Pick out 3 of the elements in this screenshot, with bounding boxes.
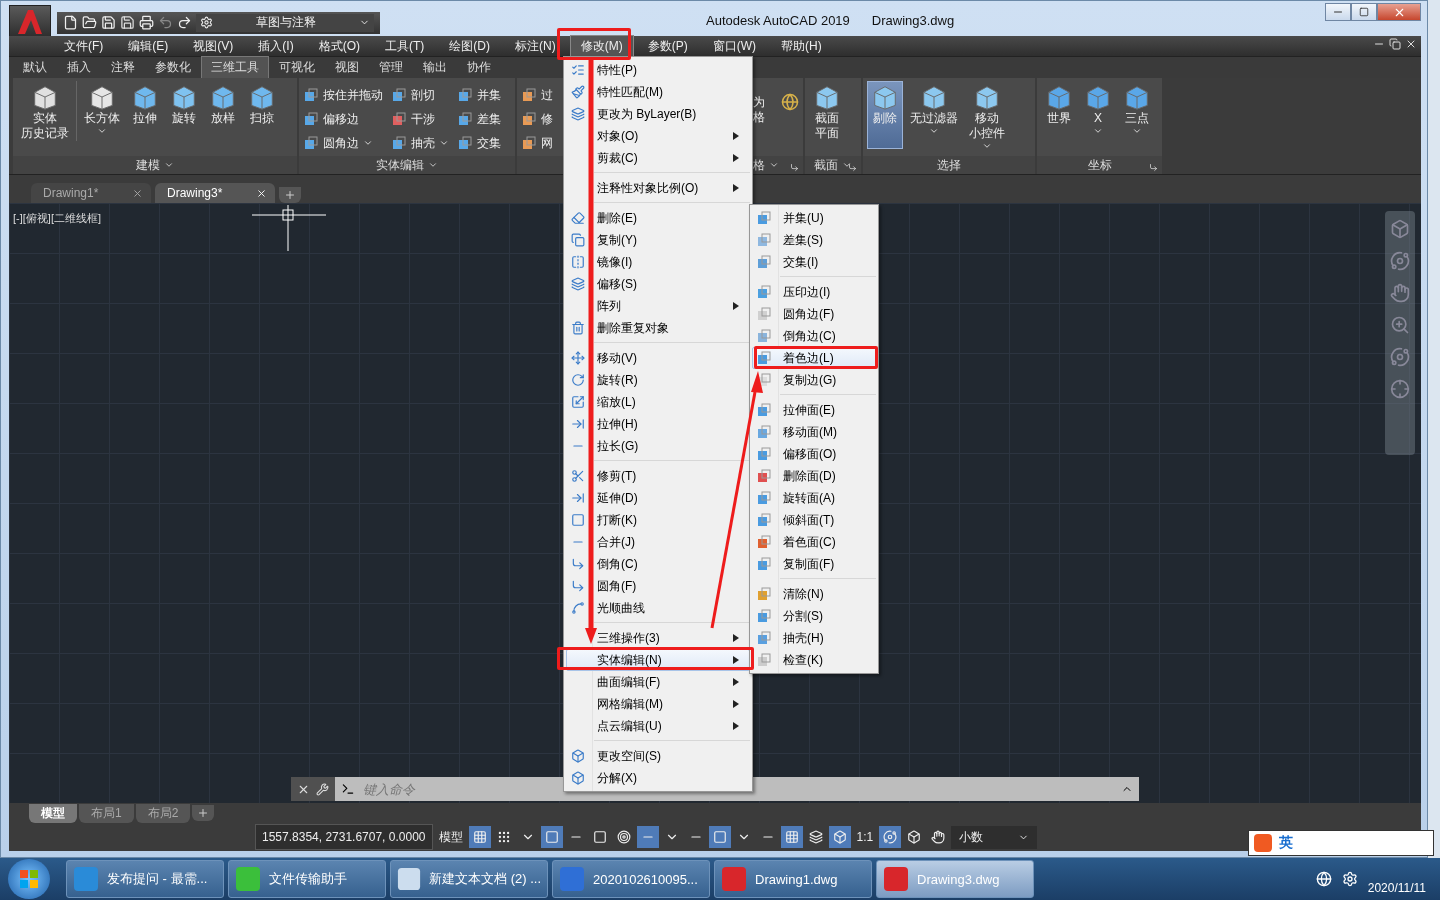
file-name: Drawing3.dwg: [871, 13, 955, 28]
window-title: Autodesk AutoCAD 2019: [706, 13, 850, 28]
tray-date: 2020/11/11: [1367, 881, 1426, 895]
